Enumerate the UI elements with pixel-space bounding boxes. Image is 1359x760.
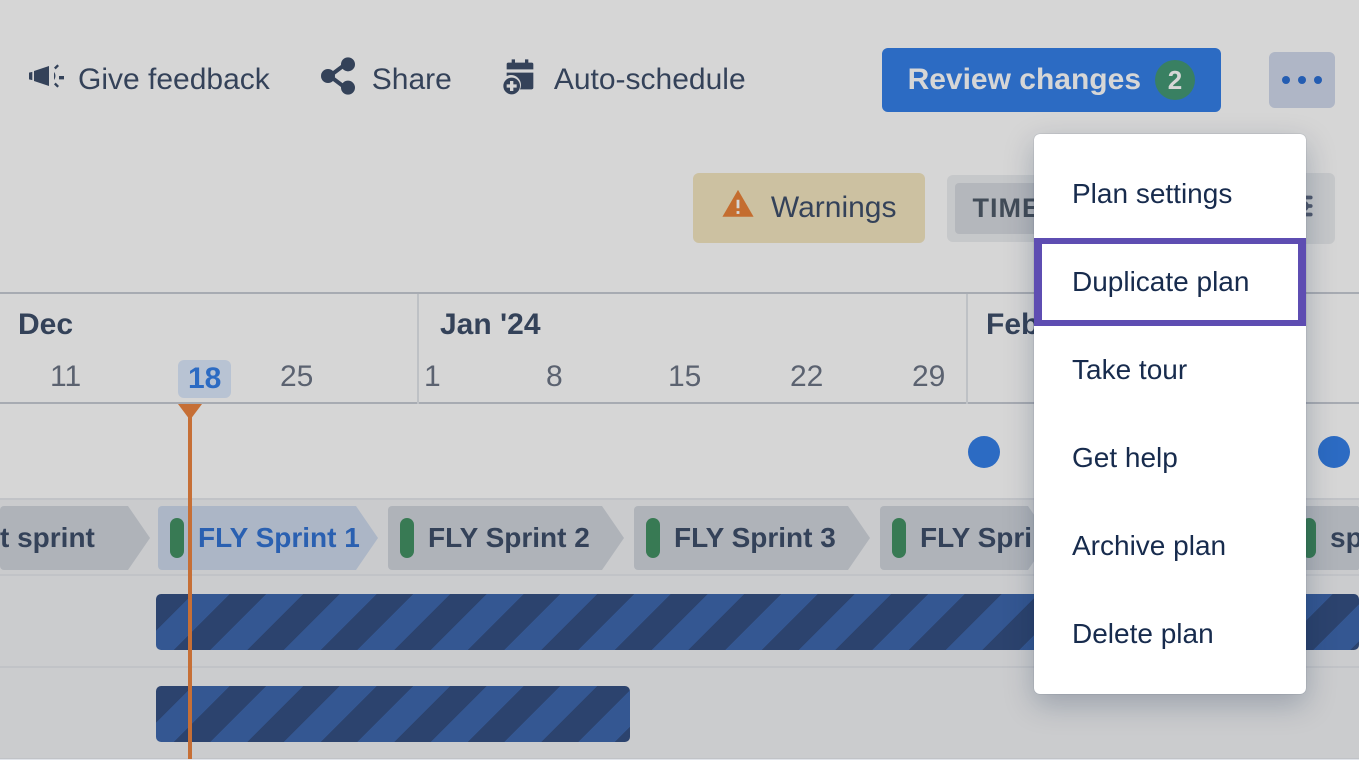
- sprint-label: FLY Sprint 2: [428, 522, 590, 554]
- calendar-plus-icon: [500, 56, 540, 104]
- review-changes-count-badge: 2: [1155, 60, 1195, 100]
- auto-schedule-label: Auto-schedule: [554, 63, 746, 97]
- warnings-button[interactable]: Warnings: [693, 173, 925, 243]
- timeline-day-label: 11: [50, 360, 81, 394]
- share-label: Share: [372, 63, 452, 97]
- ellipsis-icon: [1282, 76, 1290, 84]
- menu-item-delete-plan[interactable]: Delete plan: [1034, 590, 1306, 678]
- timeline-month-label: Dec: [18, 308, 73, 342]
- sprint-label: t sprint: [0, 522, 95, 554]
- menu-item-get-help[interactable]: Get help: [1034, 414, 1306, 502]
- task-bar[interactable]: [156, 686, 630, 742]
- timeline-month-label: Jan '24: [440, 308, 541, 342]
- more-actions-menu: Plan settingsDuplicate planTake tourGet …: [1034, 134, 1306, 694]
- sprint-chip[interactable]: FLY Spri: [880, 506, 1050, 570]
- timeline-day-label: 15: [668, 360, 701, 394]
- warning-triangle-icon: [721, 187, 755, 229]
- review-changes-button[interactable]: Review changes 2: [882, 48, 1221, 112]
- menu-item-archive-plan[interactable]: Archive plan: [1034, 502, 1306, 590]
- timeline-day-label: 25: [280, 360, 313, 394]
- timeline-day-label: 22: [790, 360, 823, 394]
- timeline-day-label: 29: [912, 360, 945, 394]
- today-indicator-line: [188, 404, 192, 759]
- sprint-status-pill: [170, 518, 184, 558]
- today-indicator-caret: [178, 404, 202, 420]
- warnings-label: Warnings: [771, 191, 897, 225]
- megaphone-icon: [24, 56, 64, 104]
- sprint-status-pill: [400, 518, 414, 558]
- milestone-marker[interactable]: [968, 436, 1000, 468]
- sprint-chip[interactable]: FLY Sprint 2: [388, 506, 624, 570]
- sprint-label: spr...: [1330, 522, 1359, 554]
- give-feedback-button[interactable]: Give feedback: [24, 56, 270, 104]
- sprint-label: FLY Spri: [920, 522, 1032, 554]
- sprint-label: FLY Sprint 1: [198, 522, 360, 554]
- give-feedback-label: Give feedback: [78, 63, 270, 97]
- top-action-bar: Give feedback Share Auto-schedule Review…: [0, 44, 1359, 116]
- sprint-status-pill: [892, 518, 906, 558]
- review-changes-label: Review changes: [908, 63, 1141, 97]
- share-icon: [318, 56, 358, 104]
- timeline-month-label: Feb: [986, 308, 1039, 342]
- more-actions-button[interactable]: [1269, 52, 1335, 108]
- timeline-day-label: 8: [546, 360, 563, 394]
- sprint-chip[interactable]: FLY Sprint 3: [634, 506, 870, 570]
- timeline-day-label-today: 18: [178, 360, 231, 398]
- menu-item-take-tour[interactable]: Take tour: [1034, 326, 1306, 414]
- menu-item-plan-settings[interactable]: Plan settings: [1034, 150, 1306, 238]
- milestone-marker[interactable]: [1318, 436, 1350, 468]
- auto-schedule-button[interactable]: Auto-schedule: [500, 56, 746, 104]
- menu-item-duplicate-plan[interactable]: Duplicate plan: [1034, 238, 1306, 326]
- sprint-label: FLY Sprint 3: [674, 522, 836, 554]
- sprint-chip[interactable]: t sprint: [0, 506, 150, 570]
- share-button[interactable]: Share: [318, 56, 452, 104]
- sprint-status-pill: [646, 518, 660, 558]
- timeline-day-label: 1: [424, 360, 441, 394]
